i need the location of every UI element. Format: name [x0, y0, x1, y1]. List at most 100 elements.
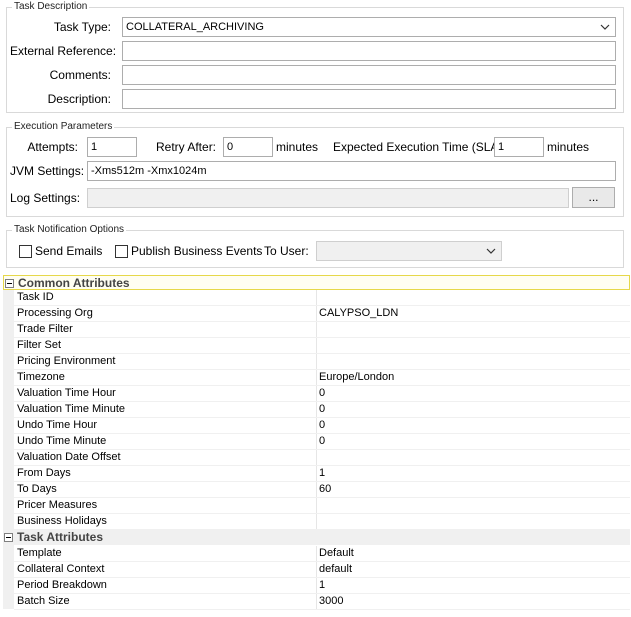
- retry-after-field[interactable]: 0: [223, 137, 273, 157]
- task-attributes-title: Task Attributes: [17, 530, 104, 544]
- description-label: Description:: [47, 92, 111, 106]
- attribute-value-text: [317, 339, 319, 351]
- external-reference-field[interactable]: [122, 41, 616, 61]
- attribute-value[interactable]: [316, 450, 629, 465]
- attribute-value-text: [317, 323, 319, 335]
- attribute-name: Valuation Date Offset: [17, 451, 121, 463]
- attribute-value-text: [317, 515, 319, 527]
- attribute-value[interactable]: 0: [316, 402, 629, 417]
- attribute-name: Pricer Measures: [17, 499, 98, 511]
- execution-parameters-legend: Execution Parameters: [12, 120, 115, 134]
- task-type-label: Task Type:: [53, 20, 111, 34]
- attribute-row[interactable]: Valuation Time Minute 0: [14, 402, 630, 418]
- jvm-settings-field[interactable]: -Xms512m -Xmx1024m: [87, 161, 616, 181]
- attribute-value-text: Default: [319, 547, 354, 559]
- attribute-name: Filter Set: [17, 339, 62, 351]
- attribute-name: To Days: [17, 483, 57, 495]
- attribute-row[interactable]: Undo Time Hour 0: [14, 418, 630, 434]
- log-settings-field: [87, 188, 569, 208]
- attribute-value[interactable]: 3000: [316, 594, 629, 609]
- common-attributes-section[interactable]: Common Attributes: [3, 275, 630, 290]
- attribute-row[interactable]: From Days 1: [14, 466, 630, 482]
- attribute-name: Valuation Time Hour: [17, 387, 116, 399]
- task-type-select[interactable]: COLLATERAL_ARCHIVING: [122, 17, 616, 37]
- comments-label: Comments:: [49, 68, 111, 82]
- chevron-down-icon: [600, 24, 610, 30]
- attribute-row[interactable]: Timezone Europe/London: [14, 370, 630, 386]
- task-attributes-gutter: [3, 545, 14, 609]
- attribute-row[interactable]: Pricer Measures: [14, 498, 630, 514]
- attribute-value-text: Europe/London: [319, 371, 395, 383]
- publish-business-events-checkbox[interactable]: [115, 245, 128, 258]
- attribute-name: From Days: [17, 467, 71, 479]
- attribute-row[interactable]: Task ID: [14, 290, 630, 306]
- attribute-value[interactable]: 1: [316, 578, 629, 593]
- attribute-name: Business Holidays: [17, 515, 107, 527]
- attribute-row[interactable]: Collateral Context default: [14, 562, 630, 578]
- comments-field[interactable]: [122, 65, 616, 85]
- attribute-row[interactable]: To Days 60: [14, 482, 630, 498]
- attribute-row[interactable]: Template Default: [14, 546, 630, 562]
- external-reference-label: External Reference:: [10, 44, 117, 58]
- attribute-value-text: default: [319, 563, 353, 575]
- log-settings-browse-button[interactable]: ...: [572, 187, 615, 208]
- send-emails-checkbox[interactable]: [19, 245, 32, 258]
- attempts-label: Attempts:: [27, 140, 78, 154]
- attribute-row[interactable]: Valuation Date Offset: [14, 450, 630, 466]
- description-field[interactable]: [122, 89, 616, 109]
- attribute-value[interactable]: 1: [316, 466, 629, 481]
- attribute-value[interactable]: 0: [316, 386, 629, 401]
- attribute-name: Processing Org: [17, 307, 93, 319]
- attribute-value[interactable]: [316, 514, 629, 529]
- common-attributes-title: Common Attributes: [18, 276, 130, 290]
- attribute-row[interactable]: Business Holidays: [14, 514, 630, 530]
- attribute-name: Period Breakdown: [17, 579, 107, 591]
- attribute-value-text: 3000: [319, 595, 344, 607]
- attribute-row[interactable]: Batch Size 3000: [14, 594, 630, 610]
- attribute-value[interactable]: [316, 290, 629, 305]
- attribute-name: Timezone: [17, 371, 65, 383]
- attribute-name: Batch Size: [17, 595, 70, 607]
- attribute-value[interactable]: 0: [316, 434, 629, 449]
- attribute-row[interactable]: Processing Org CALYPSO_LDN: [14, 306, 630, 322]
- attribute-value-text: [317, 451, 319, 463]
- common-attributes-gutter: [3, 290, 14, 530]
- attribute-value[interactable]: CALYPSO_LDN: [316, 306, 629, 321]
- collapse-icon[interactable]: [5, 279, 14, 288]
- attribute-value[interactable]: [316, 322, 629, 337]
- attribute-value-text: 60: [319, 483, 332, 495]
- attribute-row[interactable]: Pricing Environment: [14, 354, 630, 370]
- retry-after-unit: minutes: [276, 140, 319, 154]
- collapse-icon[interactable]: [4, 533, 13, 542]
- attempts-field[interactable]: 1: [87, 137, 137, 157]
- task-notification-legend: Task Notification Options: [12, 223, 127, 237]
- attribute-value[interactable]: [316, 498, 629, 513]
- sla-unit: minutes: [547, 140, 590, 154]
- attribute-value-text: [317, 355, 319, 367]
- attribute-row[interactable]: Period Breakdown 1: [14, 578, 630, 594]
- attribute-value[interactable]: Default: [316, 546, 629, 561]
- attribute-value[interactable]: [316, 338, 629, 353]
- attribute-value[interactable]: default: [316, 562, 629, 577]
- sla-field[interactable]: 1: [494, 137, 544, 157]
- attribute-value[interactable]: 60: [316, 482, 629, 497]
- to-user-select[interactable]: [316, 241, 502, 261]
- log-settings-label: Log Settings:: [10, 191, 81, 205]
- to-user-label: To User:: [264, 244, 309, 258]
- attribute-row[interactable]: Undo Time Minute 0: [14, 434, 630, 450]
- attribute-value[interactable]: Europe/London: [316, 370, 629, 385]
- attribute-value[interactable]: 0: [316, 418, 629, 433]
- task-attributes-section[interactable]: Task Attributes: [3, 530, 630, 545]
- attribute-row[interactable]: Valuation Time Hour 0: [14, 386, 630, 402]
- attribute-name: Task ID: [17, 291, 54, 303]
- attribute-name: Trade Filter: [17, 323, 73, 335]
- attribute-value-text: CALYPSO_LDN: [319, 307, 399, 319]
- send-emails-label: Send Emails: [35, 244, 103, 258]
- sla-label: Expected Execution Time (SLA):: [333, 140, 506, 154]
- attribute-row[interactable]: Trade Filter: [14, 322, 630, 338]
- publish-business-events-label: Publish Business Events: [131, 244, 263, 258]
- attribute-value-text: [317, 291, 319, 303]
- attribute-value-text: [317, 499, 319, 511]
- attribute-value[interactable]: [316, 354, 629, 369]
- attribute-row[interactable]: Filter Set: [14, 338, 630, 354]
